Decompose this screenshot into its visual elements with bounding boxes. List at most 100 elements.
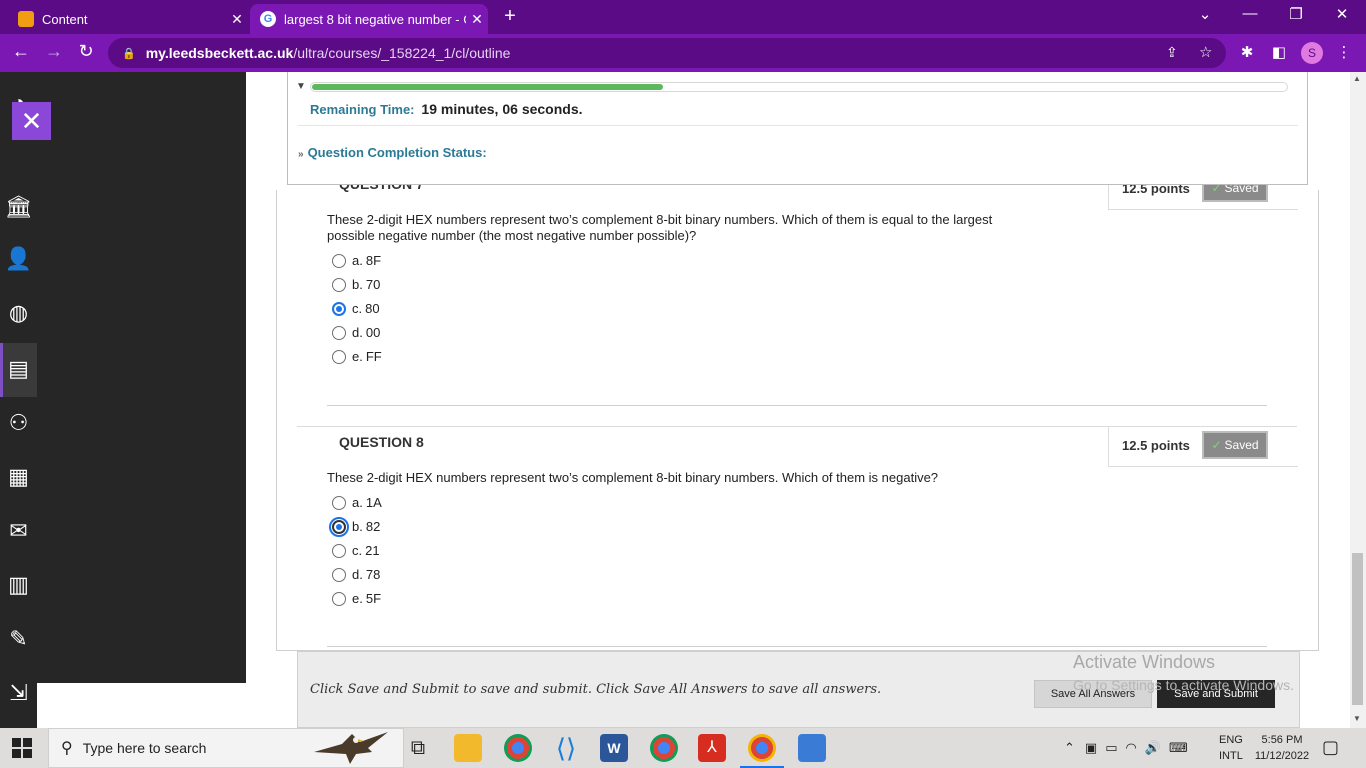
word-icon[interactable]: W [600, 734, 628, 762]
eagle-search-highlight-icon [314, 732, 388, 764]
close-panel-button[interactable]: ✕ [12, 102, 51, 140]
battery-icon[interactable]: ▭ [1105, 740, 1117, 756]
chrome-profile-icon[interactable] [650, 734, 678, 762]
window-close-icon[interactable]: ✕ [1320, 5, 1364, 23]
close-icon[interactable]: ✕ [466, 11, 488, 28]
scroll-down-icon[interactable]: ▼ [1353, 714, 1361, 723]
system-tray: ⌃ ▣ ▭ ◠ 🔊 ⌨ [1064, 728, 1188, 768]
back-icon[interactable]: ← [9, 41, 33, 62]
vscode-icon[interactable]: ⟨⟩ [552, 734, 580, 762]
option-value: 78 [365, 567, 381, 582]
radio-button[interactable] [332, 301, 346, 316]
radio-button[interactable] [332, 495, 346, 510]
radio-button[interactable] [332, 325, 346, 340]
profile-icon[interactable]: 👤 [0, 246, 37, 272]
answer-option[interactable]: a. 1A [332, 495, 382, 510]
radio-button[interactable] [332, 277, 346, 292]
radio-button[interactable] [332, 349, 346, 364]
messages-icon[interactable]: ✉ [0, 518, 37, 544]
remaining-time-label: Remaining Time: [310, 102, 415, 117]
new-tab-button[interactable]: + [500, 5, 520, 28]
keyboard-icon[interactable]: ⌨ [1169, 740, 1188, 756]
answer-option[interactable]: c. 21 [332, 543, 380, 558]
grades-icon[interactable]: ▥ [0, 572, 37, 598]
answer-option[interactable]: b. 70 [332, 277, 380, 292]
answer-option[interactable]: e. 5F [332, 591, 381, 606]
reload-icon[interactable]: ↻ [74, 41, 98, 62]
chrome-icon[interactable] [504, 734, 532, 762]
blackboard-icon [18, 11, 34, 27]
answer-option[interactable]: b. 82 [329, 516, 380, 537]
tools-icon[interactable]: ✎ [0, 626, 37, 652]
notifications-icon[interactable]: ▢ [1322, 737, 1339, 758]
timer-divider [298, 125, 1298, 126]
close-icon: ✕ [20, 106, 43, 136]
question-8-status-badge: ✓ Saved [1202, 431, 1268, 459]
minimize-icon[interactable]: — [1228, 5, 1272, 22]
question-completion-status-toggle[interactable]: » Question Completion Status: [298, 145, 487, 160]
share-icon[interactable]: ⇪ [1166, 44, 1178, 61]
question-divider [327, 646, 1267, 647]
remaining-time: Remaining Time: 19 minutes, 06 seconds. [310, 101, 583, 117]
volume-icon[interactable]: 🔊 [1145, 740, 1161, 756]
profile-avatar[interactable]: S [1301, 42, 1323, 64]
chrome-active-icon[interactable] [740, 734, 784, 768]
question-divider [327, 405, 1267, 406]
wifi-icon[interactable]: ◠ [1126, 740, 1137, 756]
option-value: 21 [365, 543, 380, 558]
menu-icon[interactable]: ⋮ [1333, 43, 1355, 61]
radio-button[interactable] [332, 253, 346, 268]
close-icon[interactable]: ✕ [226, 11, 248, 28]
tab-search-icon[interactable]: ⌄ [1183, 5, 1227, 23]
answer-option[interactable]: d. 78 [332, 567, 380, 582]
language-indicator[interactable]: ENG INTL [1219, 732, 1243, 764]
institution-icon[interactable]: 🏛 [0, 194, 37, 220]
forward-icon[interactable]: → [42, 41, 66, 62]
address-bar[interactable]: 🔒 my.leedsbeckett.ac.uk /ultra/courses/_… [108, 38, 1226, 68]
answer-option[interactable]: c. 80 [332, 301, 380, 316]
bookmark-star-icon[interactable]: ☆ [1199, 43, 1212, 61]
answer-option[interactable]: e. FF [332, 349, 382, 364]
radio-button[interactable] [332, 591, 346, 606]
calendar-icon[interactable]: ▦ [0, 464, 37, 490]
question-frame [276, 190, 1319, 651]
file-explorer-icon[interactable] [454, 734, 482, 762]
activate-windows-subtext: Go to Settings to activate Windows. [1073, 677, 1294, 693]
google-icon: G [260, 11, 276, 27]
clock-time: 5:56 PM [1261, 734, 1303, 746]
acrobat-icon[interactable]: ⅄ [698, 734, 726, 762]
radio-button[interactable] [329, 516, 349, 537]
courses-icon[interactable]: ▤ [0, 356, 37, 382]
tab-google-search[interactable]: G largest 8 bit negative number - G ✕ [250, 4, 488, 34]
task-view-icon[interactable]: ⧉ [404, 734, 432, 762]
check-icon: ✓ [1211, 438, 1222, 452]
status-label: Saved [1224, 438, 1259, 452]
radio-button[interactable] [332, 567, 346, 582]
time-progress-bar [310, 82, 1288, 92]
scrollbar-thumb[interactable] [1352, 553, 1363, 705]
lang-code: ENG [1219, 734, 1243, 746]
answer-option[interactable]: d. 00 [332, 325, 380, 340]
answer-option[interactable]: a. 8F [332, 253, 381, 268]
windows-taskbar: ⚲ Type here to search ⧉ ⟨⟩ W ⅄ ⌃ ▣ ▭ ◠ 🔊… [0, 728, 1366, 768]
chevron-up-icon[interactable]: ⌃ [1064, 740, 1075, 756]
collapse-caret-icon[interactable]: ▼ [296, 81, 306, 92]
option-letter: a. [352, 495, 363, 510]
url-path: /ultra/courses/_158224_1/cl/outline [293, 45, 511, 61]
tab-title: Content [42, 11, 88, 27]
display-icon[interactable]: ▣ [1085, 740, 1097, 756]
side-panel-icon[interactable]: ◧ [1268, 43, 1290, 61]
url-host: my.leedsbeckett.ac.uk [145, 45, 294, 61]
scroll-up-icon[interactable]: ▲ [1353, 74, 1361, 83]
organizations-icon[interactable]: ⚇ [0, 410, 37, 436]
sign-out-icon[interactable]: ⇲ [0, 680, 37, 706]
tab-content[interactable]: Content ✕ [8, 4, 248, 34]
extensions-icon[interactable]: ✱ [1236, 43, 1258, 61]
restore-icon[interactable]: ❐ [1274, 5, 1318, 23]
globe-icon[interactable]: ◍ [0, 300, 37, 326]
taskbar-clock[interactable]: 5:56 PM 11/12/2022 [1251, 732, 1313, 764]
radio-button[interactable] [332, 543, 346, 558]
windows-start-icon[interactable] [12, 738, 32, 758]
activate-windows-watermark: Activate Windows [1073, 652, 1216, 672]
calculator-icon[interactable] [798, 734, 826, 762]
